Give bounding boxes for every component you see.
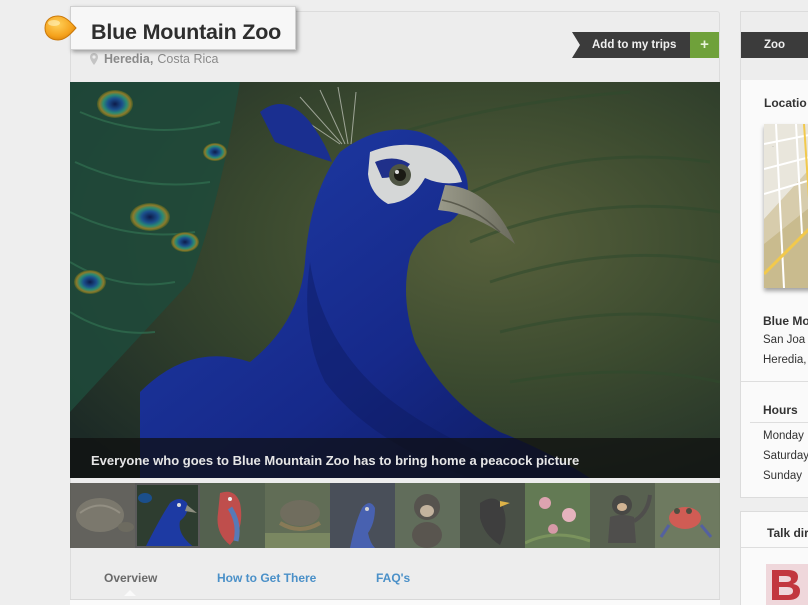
thumbnail-tortoise[interactable] [70, 483, 135, 548]
svg-text:·: · [772, 144, 774, 150]
map-pin-icon [90, 53, 98, 65]
tab-bar: Overview How to Get There FAQ's [70, 566, 720, 596]
tab-how-to-get-there[interactable]: How to Get There [217, 571, 316, 585]
thumbnail-blackbird[interactable] [460, 483, 525, 548]
location-line: Heredia, Costa Rica [90, 52, 218, 66]
page-title: Blue Mountain Zoo [91, 20, 282, 44]
category-label[interactable]: Zoo [764, 39, 785, 51]
add-to-trips-button[interactable]: Add to my trips + [572, 32, 719, 58]
hours-day-monday: Monday [763, 430, 804, 442]
location-map[interactable]: · [764, 124, 808, 288]
sidebar-divider [741, 381, 808, 382]
tab-content-panel [70, 599, 720, 605]
thumbnail-turtle[interactable] [265, 483, 330, 548]
hours-day-sunday: Sunday [763, 470, 803, 482]
talk-heading: Talk dir [767, 526, 808, 540]
hero-photo-peacock[interactable] [70, 82, 720, 478]
talk-logo-image[interactable] [766, 564, 808, 605]
hours-day-saturday: Saturday [763, 450, 808, 462]
pointer-marker-icon [44, 15, 77, 41]
location-country: Costa Rica [157, 52, 219, 66]
thumbnail-monkey[interactable] [395, 483, 460, 548]
thumbnail-frog[interactable] [655, 483, 720, 548]
thumbnail-flowers[interactable] [525, 483, 590, 548]
tab-overview[interactable]: Overview [104, 571, 157, 585]
location-city: Heredia, [104, 52, 154, 66]
talk-divider [741, 547, 808, 548]
hero-caption: Everyone who goes to Blue Mountain Zoo h… [91, 453, 580, 468]
category-tag[interactable]: Zoo [741, 32, 808, 58]
location-heading: Locatio [764, 96, 807, 110]
address-line-2: Heredia, [763, 354, 807, 366]
thumbnail-peacock[interactable] [135, 483, 200, 548]
thumbnail-parrot[interactable] [200, 483, 265, 548]
hours-divider [750, 422, 808, 423]
plus-icon[interactable]: + [690, 32, 719, 58]
add-to-trips-label[interactable]: Add to my trips [572, 32, 690, 58]
address-name: Blue Mo [763, 314, 808, 328]
active-tab-pointer [124, 590, 136, 596]
hours-heading: Hours [763, 403, 798, 417]
address-line-1: San Joa [763, 334, 806, 346]
thumbnail-spider-monkey[interactable] [590, 483, 655, 548]
tab-faqs[interactable]: FAQ's [376, 571, 410, 585]
hero-caption-bar: Everyone who goes to Blue Mountain Zoo h… [70, 438, 720, 478]
photo-thumbnail-strip [70, 483, 720, 548]
thumbnail-peacock-blue[interactable] [330, 483, 395, 548]
title-callout: Blue Mountain Zoo [70, 6, 296, 50]
